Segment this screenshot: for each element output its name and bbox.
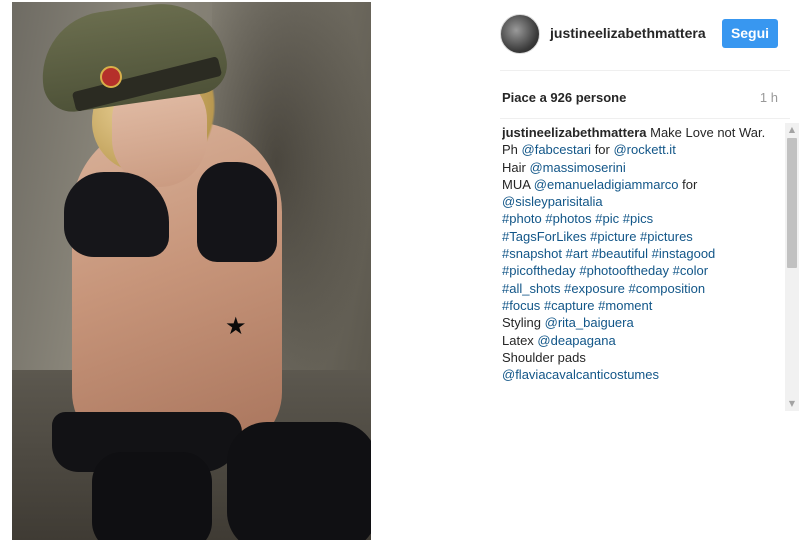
- caption-text: Shoulder pads: [502, 349, 586, 365]
- mention-link[interactable]: @emanueladigiammarco: [534, 177, 679, 192]
- header-divider: [500, 70, 790, 71]
- hashtag-link[interactable]: #composition: [629, 281, 706, 296]
- mention-link[interactable]: @rockett.it: [613, 142, 675, 157]
- hashtag-link[interactable]: #beautiful: [592, 246, 648, 261]
- mention-link[interactable]: @fabcestari: [522, 142, 592, 157]
- caption-text: Styling: [502, 315, 545, 331]
- mention-link[interactable]: @deapagana: [537, 333, 615, 348]
- hashtag-link[interactable]: #instagood: [652, 246, 716, 261]
- hashtag-link[interactable]: #color: [673, 263, 708, 278]
- caption-line: @sisleyparisitalia: [502, 193, 784, 210]
- mention-link[interactable]: @sisleyparisitalia: [502, 194, 603, 209]
- hashtag-link[interactable]: #photos: [545, 211, 591, 226]
- caption-text: Make Love not War.: [646, 125, 766, 140]
- likes-count[interactable]: Piace a 926 persone: [502, 90, 626, 105]
- hashtag-link[interactable]: #pics: [623, 211, 653, 226]
- hashtag-link[interactable]: #exposure: [564, 281, 625, 296]
- caption-text: for: [678, 176, 698, 192]
- hashtag-link[interactable]: #moment: [598, 298, 652, 313]
- caption-line: MUA @emanueladigiammarco for: [502, 176, 784, 193]
- username-link[interactable]: justineelizabethmattera: [550, 25, 706, 41]
- avatar[interactable]: [500, 14, 540, 54]
- post-header: justineelizabethmattera Segui: [500, 14, 790, 54]
- mention-link[interactable]: @massimoserini: [529, 160, 625, 175]
- hashtag-link[interactable]: #all_shots: [502, 281, 561, 296]
- caption-text: Ph: [502, 142, 522, 158]
- scroll-up-arrow-icon[interactable]: ▲: [785, 123, 799, 137]
- hashtag-link[interactable]: #photo: [502, 211, 542, 226]
- hashtag-link[interactable]: #photooftheday: [579, 263, 669, 278]
- photo-boot-left: [92, 452, 212, 540]
- hashtag-link[interactable]: #art: [566, 246, 588, 261]
- caption-line: Ph @fabcestari for @rockett.it: [502, 141, 784, 158]
- caption-text: Hair: [502, 159, 530, 175]
- hashtag-line: #all_shots #exposure #composition: [502, 280, 784, 297]
- post-timestamp[interactable]: 1 h: [760, 90, 778, 105]
- caption-line: justineelizabethmattera Make Love not Wa…: [502, 124, 784, 141]
- hashtag-link[interactable]: #focus: [502, 298, 540, 313]
- caption-line: Shoulder pads: [502, 349, 784, 366]
- scroll-down-arrow-icon[interactable]: ▼: [785, 397, 799, 411]
- hashtag-link[interactable]: #pictures: [640, 229, 693, 244]
- hashtag-line: #picoftheday #photooftheday #color: [502, 262, 784, 279]
- hashtag-link[interactable]: #capture: [544, 298, 595, 313]
- photo-boot-right: [227, 422, 371, 540]
- caption-line: Hair @massimoserini: [502, 159, 784, 176]
- scrollbar-thumb[interactable]: [787, 138, 797, 268]
- caption-author[interactable]: justineelizabethmattera: [502, 125, 647, 140]
- caption-line: @flaviacavalcanticostumes: [502, 366, 784, 383]
- likes-divider: [500, 118, 790, 119]
- photo-cap-badge: [100, 66, 122, 88]
- hashtag-line: #focus #capture #moment: [502, 297, 784, 314]
- likes-row: Piace a 926 persone 1 h: [502, 90, 778, 110]
- hashtag-link[interactable]: #snapshot: [502, 246, 562, 261]
- hashtag-link[interactable]: #TagsForLikes: [502, 229, 587, 244]
- caption-line: Styling @rita_baiguera: [502, 314, 784, 331]
- mention-link[interactable]: @flaviacavalcanticostumes: [502, 367, 659, 382]
- hashtag-line: #TagsForLikes #picture #pictures: [502, 228, 784, 245]
- photo-shoulder-pad-right: [197, 162, 277, 262]
- hashtag-line: #snapshot #art #beautiful #instagood: [502, 245, 784, 262]
- hashtag-link[interactable]: #pic: [595, 211, 619, 226]
- post-photo[interactable]: ★: [12, 2, 371, 540]
- photo-shoulder-pad-left: [64, 172, 169, 257]
- caption-text: Latex: [502, 332, 538, 348]
- caption-text: for: [591, 142, 614, 158]
- hashtag-line: #photo #photos #pic #pics: [502, 210, 784, 227]
- mention-link[interactable]: @rita_baiguera: [545, 315, 634, 330]
- hashtag-link[interactable]: #picoftheday: [502, 263, 576, 278]
- caption-text: MUA: [502, 176, 534, 192]
- caption-line: Latex @deapagana: [502, 332, 784, 349]
- follow-button[interactable]: Segui: [722, 19, 778, 48]
- caption-panel: justineelizabethmattera Make Love not Wa…: [502, 124, 784, 410]
- caption-scrollbar[interactable]: ▲ ▼: [785, 123, 799, 411]
- censor-star-icon: ★: [225, 312, 247, 340]
- hashtag-link[interactable]: #picture: [590, 229, 636, 244]
